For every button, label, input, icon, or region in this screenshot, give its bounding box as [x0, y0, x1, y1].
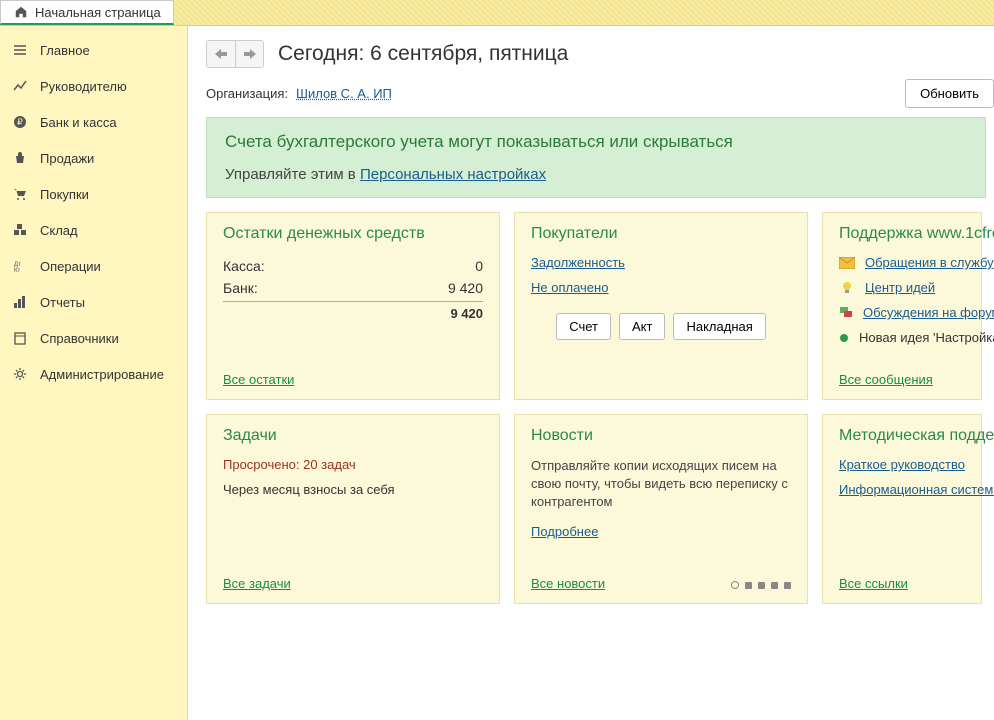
bulb-icon: [839, 281, 855, 295]
card-title: Остатки денежных средств: [223, 225, 483, 243]
all-balances-link[interactable]: Все остатки: [223, 372, 294, 387]
menu-icon: [12, 42, 28, 58]
mail-icon: [839, 256, 855, 270]
sidebar-label: Склад: [40, 223, 78, 238]
sidebar-label: Главное: [40, 43, 90, 58]
pager-dot[interactable]: [758, 582, 765, 589]
news-pager[interactable]: [731, 581, 791, 589]
all-news-link[interactable]: Все новости: [531, 576, 605, 591]
tab-bar: Начальная страница: [0, 0, 994, 26]
banner-text: Управляйте этим в Персональных настройка…: [225, 166, 967, 183]
card-title: Задачи: [223, 427, 483, 445]
back-button[interactable]: [207, 41, 235, 67]
chart-icon: [12, 294, 28, 310]
sidebar-item-operations[interactable]: ДтКт Операции: [0, 248, 187, 284]
content-area: Сегодня: 6 сентября, пятница Организация…: [188, 26, 994, 720]
invoice-button[interactable]: Счет: [556, 313, 611, 340]
card-buyers: Покупатели Задолженность Не оплачено Сче…: [514, 212, 808, 400]
method-link-guide[interactable]: Краткое руководство: [839, 457, 965, 472]
pager-dot[interactable]: [745, 582, 752, 589]
sidebar-label: Справочники: [40, 331, 119, 346]
card-title: Покупатели: [531, 225, 791, 243]
card-news: Новости Отправляйте копии исходящих писе…: [514, 414, 808, 604]
card-support: Поддержка www.1cfresh Обращения в службу…: [822, 212, 982, 400]
balance-total: 9 420: [223, 301, 483, 321]
debt-link[interactable]: Задолженность: [531, 255, 791, 270]
pager-dot[interactable]: [771, 582, 778, 589]
svg-text:Кт: Кт: [14, 268, 20, 272]
act-button[interactable]: Акт: [619, 313, 665, 340]
all-links-link[interactable]: Все ссылки: [839, 576, 908, 591]
task-item: Через месяц взносы за себя: [223, 482, 483, 497]
card-title: Новости: [531, 427, 791, 445]
sidebar-label: Операции: [40, 259, 101, 274]
news-text: Отправляйте копии исходящих писем на сво…: [531, 457, 791, 512]
news-more-link[interactable]: Подробнее: [531, 524, 598, 539]
bag-icon: [12, 150, 28, 166]
card-balances: Остатки денежных средств Касса: 0 Банк: …: [206, 212, 500, 400]
sidebar-label: Руководителю: [40, 79, 127, 94]
sidebar-item-main[interactable]: Главное: [0, 32, 187, 68]
org-link[interactable]: Шилов С. А. ИП: [296, 86, 392, 101]
sidebar-item-admin[interactable]: Администрирование: [0, 356, 187, 392]
sidebar-item-manager[interactable]: Руководителю: [0, 68, 187, 104]
sidebar-item-purchases[interactable]: Покупки: [0, 176, 187, 212]
card-title: Поддержка www.1cfresh: [839, 225, 965, 243]
support-item: Новая идея 'Настройка': [839, 330, 965, 345]
sidebar-item-reports[interactable]: Отчеты: [0, 284, 187, 320]
sidebar-item-catalogs[interactable]: Справочники: [0, 320, 187, 356]
balance-row-cash: Касса: 0: [223, 255, 483, 277]
tasks-overdue: Просрочено: 20 задач: [223, 457, 483, 472]
pager-dot[interactable]: [784, 582, 791, 589]
refresh-button[interactable]: Обновить: [905, 79, 994, 108]
boxes-icon: [12, 222, 28, 238]
sidebar-label: Продажи: [40, 151, 94, 166]
info-banner: Счета бухгалтерского учета могут показыв…: [206, 117, 986, 198]
sidebar-label: Отчеты: [40, 295, 85, 310]
ruble-icon: ₽: [12, 114, 28, 130]
support-item[interactable]: Обращения в службу: [839, 255, 965, 270]
tab-home[interactable]: Начальная страница: [0, 0, 174, 25]
sidebar-item-warehouse[interactable]: Склад: [0, 212, 187, 248]
forward-button[interactable]: [235, 41, 263, 67]
forum-icon: [839, 306, 853, 320]
card-method: Методическая поддержка Краткое руководст…: [822, 414, 982, 604]
book-icon: [12, 330, 28, 346]
trend-icon: [12, 78, 28, 94]
sidebar-label: Банк и касса: [40, 115, 117, 130]
svg-text:₽: ₽: [17, 117, 23, 127]
sidebar-label: Администрирование: [40, 367, 164, 382]
all-tasks-link[interactable]: Все задачи: [223, 576, 291, 591]
operations-icon: ДтКт: [12, 258, 28, 274]
banner-title: Счета бухгалтерского учета могут показыв…: [225, 132, 967, 152]
support-item[interactable]: Центр идей: [839, 280, 965, 295]
dot-icon: [839, 331, 849, 345]
sidebar: Главное Руководителю ₽ Банк и касса Прод…: [0, 26, 188, 720]
balance-row-bank: Банк: 9 420: [223, 277, 483, 299]
support-item[interactable]: Обсуждения на форуме: [839, 305, 965, 320]
sidebar-label: Покупки: [40, 187, 89, 202]
banner-link[interactable]: Персональных настройках: [360, 166, 546, 183]
all-messages-link[interactable]: Все сообщения: [839, 372, 933, 387]
gear-icon: [12, 366, 28, 382]
card-title: Методическая поддержка: [839, 427, 965, 445]
org-label: Организация:: [206, 86, 288, 101]
sidebar-item-bank[interactable]: ₽ Банк и касса: [0, 104, 187, 140]
tab-label: Начальная страница: [35, 5, 161, 20]
cart-icon: [12, 186, 28, 202]
pager-dot[interactable]: [731, 581, 739, 589]
sidebar-item-sales[interactable]: Продажи: [0, 140, 187, 176]
card-tasks: Задачи Просрочено: 20 задач Через месяц …: [206, 414, 500, 604]
page-title: Сегодня: 6 сентября, пятница: [278, 42, 568, 66]
unpaid-link[interactable]: Не оплачено: [531, 280, 791, 295]
home-icon: [13, 4, 29, 20]
waybill-button[interactable]: Накладная: [673, 313, 765, 340]
nav-buttons: [206, 40, 264, 68]
method-link-info[interactable]: Информационная система: [839, 482, 965, 497]
